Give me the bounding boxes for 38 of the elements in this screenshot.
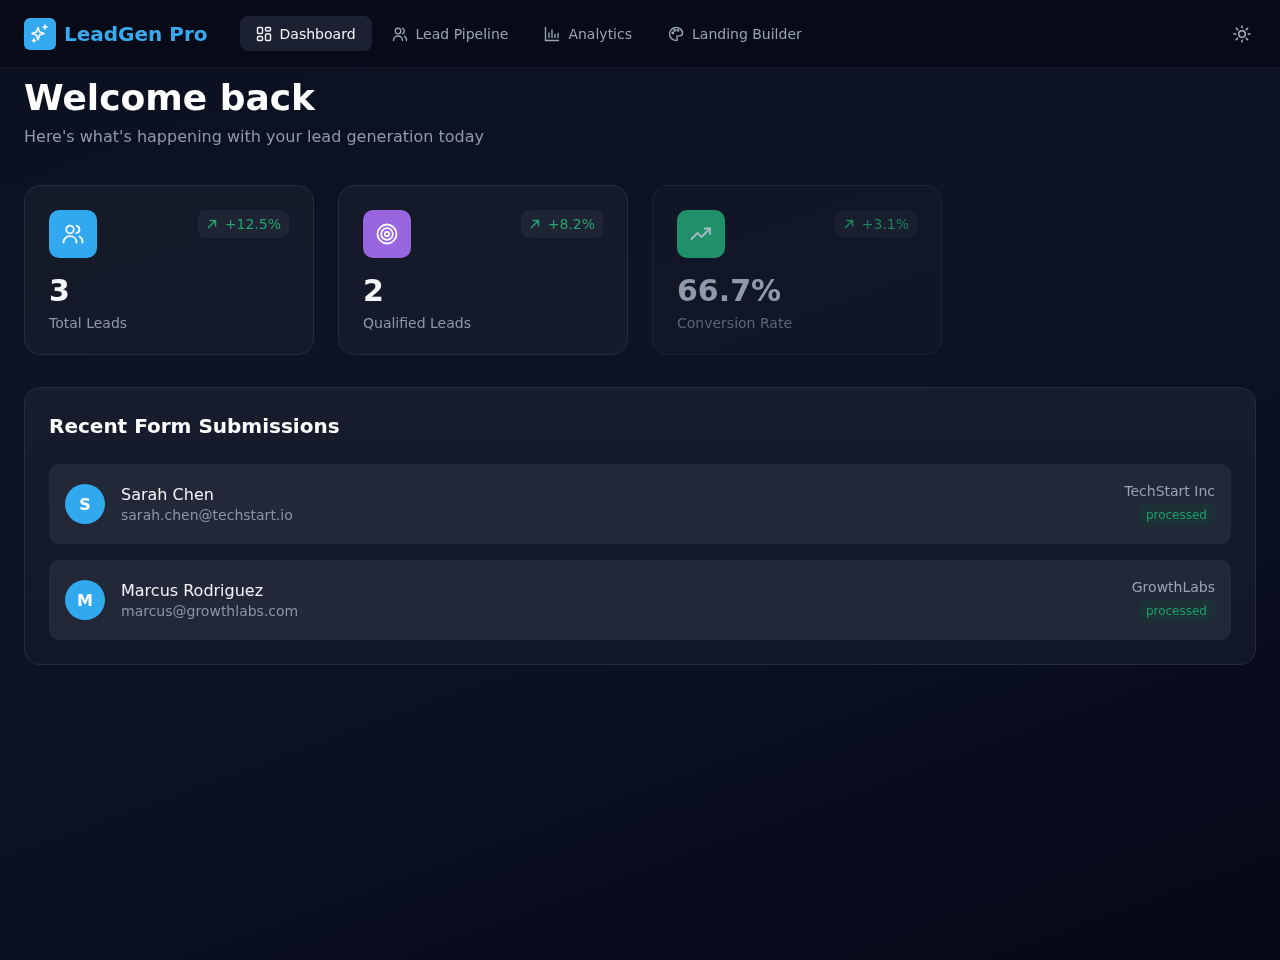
stat-label: Conversion Rate	[677, 315, 794, 332]
lead-name: Marcus Rodriguez	[121, 581, 265, 601]
lead-email: sarah.chen@techstart.io	[121, 507, 293, 524]
submission-row[interactable]: M Marcus Rodriguez marcus@growthlabs.com GrowthLabs processed	[49, 560, 1231, 641]
brand-name: LeadGen Pro	[64, 21, 208, 46]
arrow-up-right-icon	[205, 218, 218, 231]
panel-title: Recent Form Submissions	[49, 413, 341, 441]
stat-label: Qualified Leads	[363, 315, 472, 332]
sparkles-logo-icon	[24, 17, 56, 50]
company-name: TechStart Inc	[1124, 482, 1215, 499]
page-title: Welcome back	[24, 76, 317, 120]
page-subtitle: Here's what's happening with your lead generation today	[24, 127, 485, 147]
nav-tab[interactable]: Analytics	[528, 16, 648, 51]
arrow-up-right-icon	[842, 218, 855, 231]
change-value: +12.5%	[224, 216, 281, 233]
stat-value: 66.7%	[677, 273, 783, 310]
nav-tab[interactable]: Dashboard	[239, 16, 372, 51]
palette-icon	[668, 25, 684, 42]
sun-icon	[1233, 24, 1251, 43]
arrow-up-right-icon	[528, 218, 541, 231]
stat-value: 2	[363, 273, 385, 310]
stat-label: Total Leads	[49, 315, 129, 332]
lead-email: marcus@growthlabs.com	[121, 603, 299, 620]
change-value: +3.1%	[861, 216, 909, 233]
lead-name: Sarah Chen	[121, 485, 215, 505]
company-name: GrowthLabs	[1131, 578, 1215, 595]
change-value: +8.2%	[547, 216, 595, 233]
bar-chart-icon	[544, 25, 561, 42]
status-badge: processed	[1137, 599, 1215, 622]
avatar: M	[65, 580, 105, 621]
grid-icon	[255, 25, 272, 42]
nav-tab[interactable]: Landing Builder	[652, 16, 818, 51]
submission-row[interactable]: S Sarah Chen sarah.chen@techstart.io TechStart Inc processed	[49, 464, 1231, 545]
avatar: S	[65, 484, 105, 525]
nav-tab[interactable]: Lead Pipeline	[375, 16, 525, 51]
status-badge: processed	[1137, 503, 1215, 526]
users-icon	[391, 25, 408, 42]
stat-value: 3	[49, 273, 71, 310]
